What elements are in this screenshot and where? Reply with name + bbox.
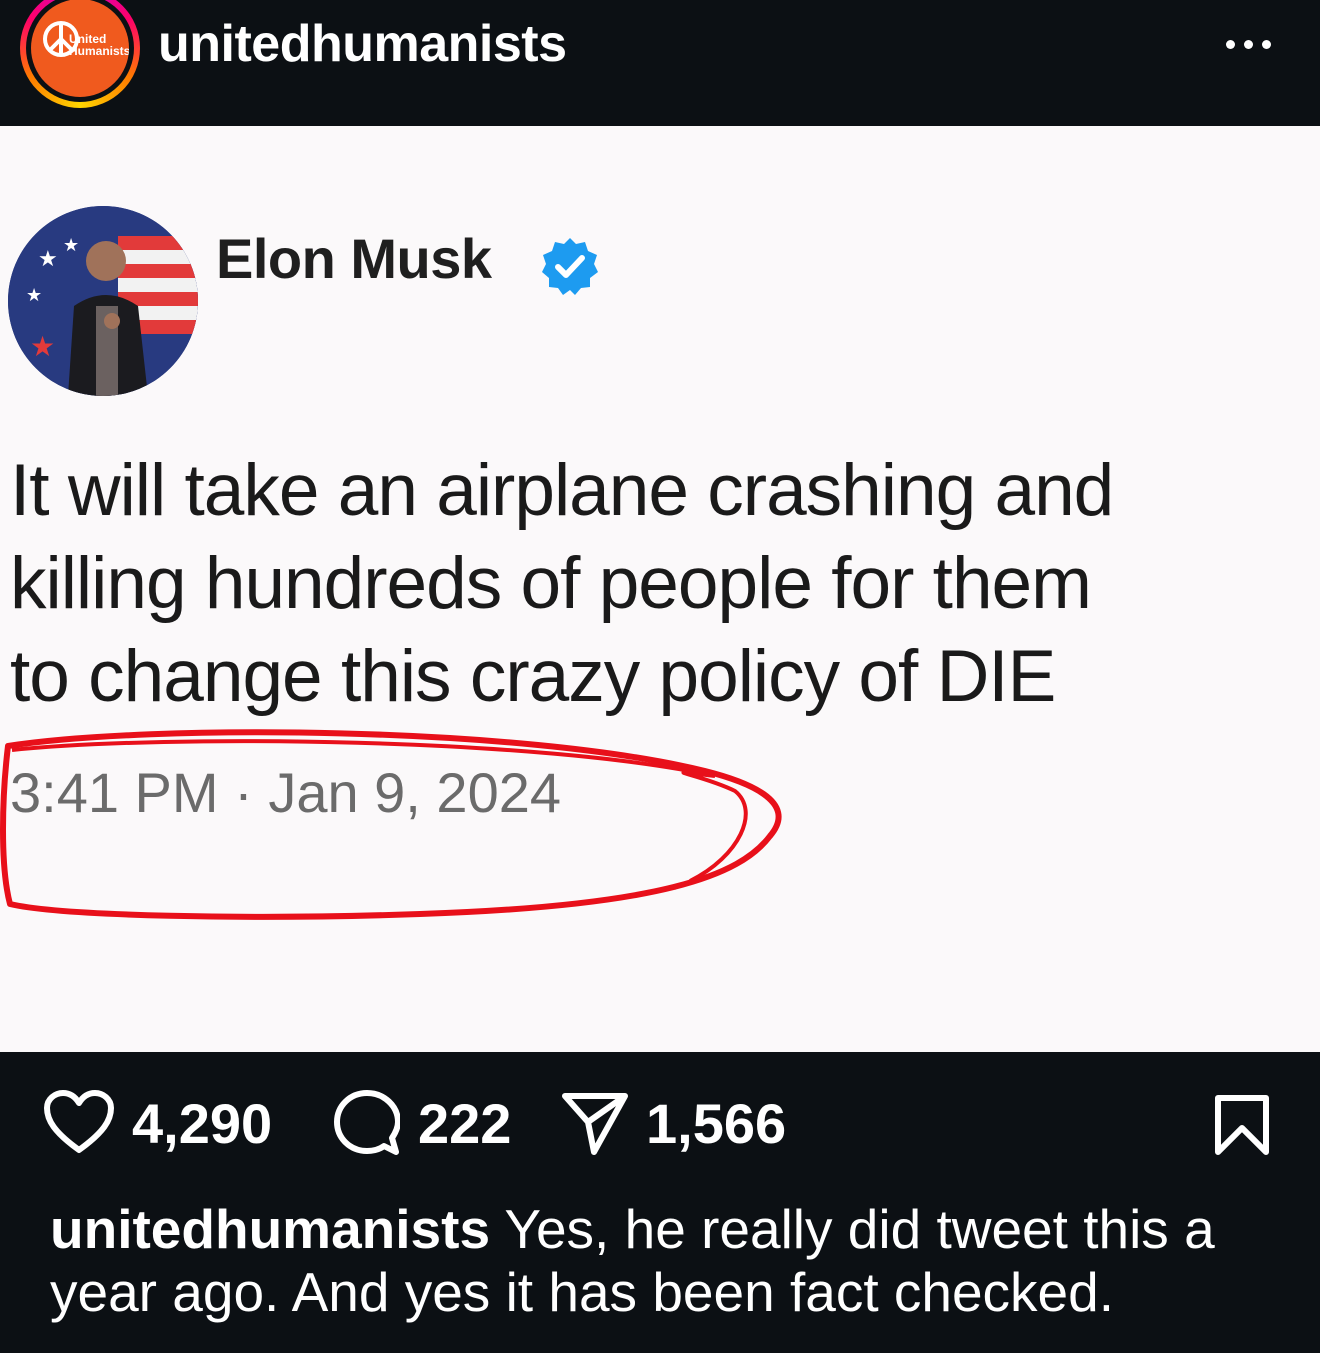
more-options-icon[interactable] <box>1226 34 1282 54</box>
story-ring[interactable]: United Humanists <box>20 0 140 108</box>
send-icon[interactable] <box>562 1090 628 1156</box>
avatar-logo-text: United Humanists <box>69 32 129 58</box>
heart-icon[interactable] <box>44 1090 114 1156</box>
flag-portrait-icon: ★ ★ ★ ★ <box>8 206 198 396</box>
post-actions-bar: 4,290 222 1,566 unitedhumanists Yes, he … <box>0 1052 1320 1353</box>
svg-text:★: ★ <box>26 285 42 306</box>
comments-count: 222 <box>418 1091 512 1155</box>
post-username[interactable]: unitedhumanists <box>158 14 567 74</box>
shares-count: 1,566 <box>646 1091 787 1155</box>
svg-text:★: ★ <box>30 330 55 363</box>
tweet-line: killing hundreds of people for them <box>10 543 1092 624</box>
tweet-author-name: Elon Musk <box>216 227 492 290</box>
verified-badge-icon <box>542 238 598 295</box>
tweet-line: It will take an airplane crashing and <box>10 450 1114 531</box>
post-image: ★ ★ ★ ★ Elon Musk It will take an airpla… <box>0 126 1320 1052</box>
comment-action[interactable]: 222 <box>334 1090 511 1156</box>
svg-text:★: ★ <box>63 235 79 256</box>
red-circle-annotation <box>0 729 782 920</box>
tweet-line: to change this crazy policy of DIE <box>10 636 1056 717</box>
profile-avatar[interactable]: United Humanists <box>31 0 129 97</box>
post-header: United Humanists unitedhumanists <box>0 0 1320 126</box>
tweet-body: It will take an airplane crashing and ki… <box>10 444 1310 723</box>
share-action[interactable]: 1,566 <box>562 1090 786 1156</box>
like-action[interactable]: 4,290 <box>44 1090 272 1156</box>
svg-text:★: ★ <box>38 247 58 272</box>
post-caption: unitedhumanists Yes, he really did tweet… <box>50 1198 1290 1324</box>
bookmark-icon[interactable] <box>1214 1094 1270 1156</box>
caption-username[interactable]: unitedhumanists <box>50 1198 490 1260</box>
tweet-author-avatar: ★ ★ ★ ★ <box>8 206 198 396</box>
comment-icon[interactable] <box>334 1090 400 1156</box>
likes-count: 4,290 <box>132 1091 273 1155</box>
